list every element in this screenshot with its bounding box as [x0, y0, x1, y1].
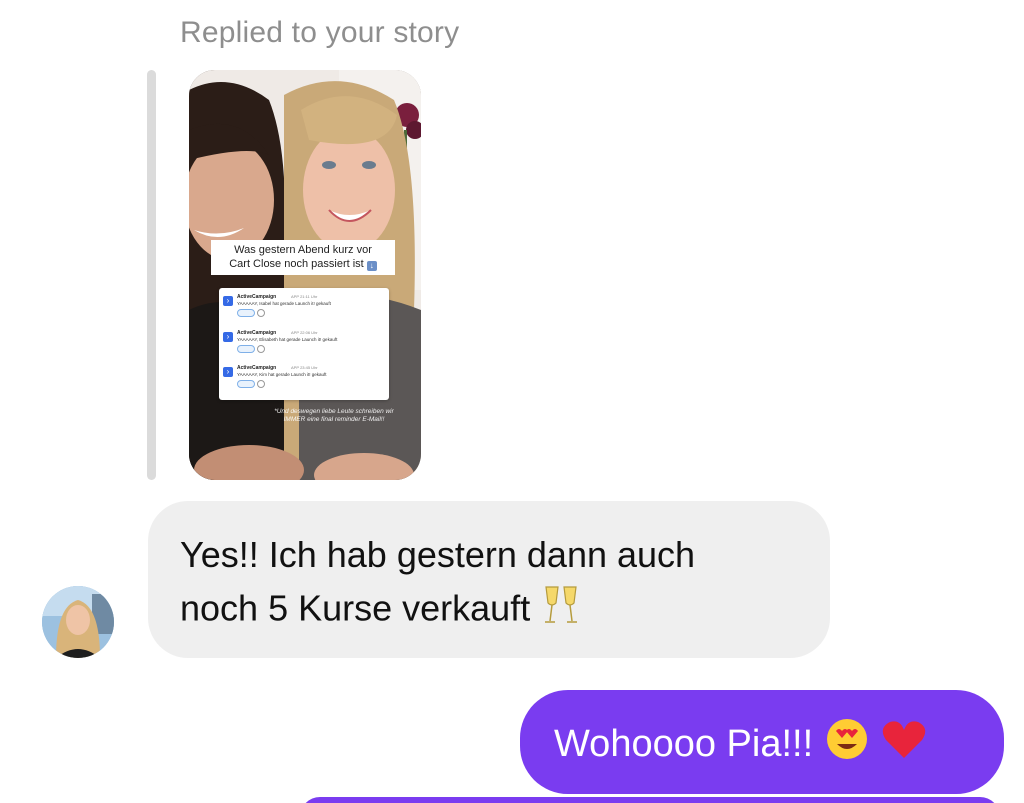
notification-app: ActiveCampaign	[237, 294, 277, 300]
outgoing-message-bubble[interactable]: Wohoooo Pia!!!	[520, 690, 1004, 794]
story-caption: Was gestern Abend kurz vor Cart Close no…	[211, 240, 395, 275]
story-footnote-line2: IMMER eine final reminder E-Mail!!	[283, 416, 385, 423]
notification-item: › ActiveCampaign APP 22:06 Uhr YAAAAAY, …	[223, 330, 385, 360]
incoming-message-line1: Yes!! Ich hab gestern dann auch	[180, 534, 696, 575]
red-heart-icon	[880, 716, 928, 776]
notification-card: › ActiveCampaign APP 21:11 Uhr YAAAAAY, …	[219, 288, 389, 400]
notification-app: ActiveCampaign	[237, 330, 277, 336]
story-caption-line2: Cart Close noch passiert ist	[229, 258, 364, 270]
add-reaction-icon	[257, 345, 265, 353]
story-footnote: *Und deswegen liebe Leute schreiben wir …	[259, 408, 409, 424]
avatar-photo	[42, 586, 114, 658]
story-footnote-line1: *Und deswegen liebe Leute schreiben wir	[274, 408, 394, 415]
notification-text: YAAAAAY, Elisabeth hat gerade Launch it!…	[237, 337, 338, 342]
reaction-icon	[237, 345, 255, 353]
outgoing-message-bubble-next[interactable]	[300, 797, 1000, 803]
avatar[interactable]	[42, 586, 114, 658]
reply-quote-bar	[147, 70, 156, 480]
story-caption-line1: Was gestern Abend kurz vor	[234, 244, 372, 256]
activecampaign-icon: ›	[223, 296, 233, 306]
notification-time: APP 23:45 Uhr	[291, 365, 318, 370]
incoming-message-line2: noch 5 Kurse verkauft	[180, 587, 531, 629]
chat-thread: Replied to your story Was gestern Abend …	[0, 0, 1024, 803]
add-reaction-icon	[257, 380, 265, 388]
reaction-icon	[237, 309, 255, 317]
notification-time: APP 22:06 Uhr	[291, 330, 318, 335]
notification-item: › ActiveCampaign APP 21:11 Uhr YAAAAAY, …	[223, 294, 385, 324]
activecampaign-icon: ›	[223, 367, 233, 377]
story-preview[interactable]: Was gestern Abend kurz vor Cart Close no…	[189, 70, 421, 480]
incoming-message-bubble[interactable]: Yes!! Ich hab gestern dann auch noch 5 K…	[148, 501, 830, 658]
activecampaign-icon: ›	[223, 332, 233, 342]
outgoing-message-text: Wohoooo Pia!!!	[554, 723, 814, 766]
notification-text: YAAAAAY, Isabel hat gerade Launch it! ge…	[237, 301, 331, 306]
heart-eyes-face-icon	[824, 716, 870, 776]
story-reply-label: Replied to your story	[180, 16, 460, 49]
champagne-glasses-icon	[540, 581, 582, 641]
reaction-icon	[237, 380, 255, 388]
notification-app: ActiveCampaign	[237, 365, 277, 371]
notification-text: YAAAAAY, Kim hat gerade Launch it! gekau…	[237, 372, 327, 377]
add-reaction-icon	[257, 309, 265, 317]
notification-item: › ActiveCampaign APP 23:45 Uhr YAAAAAY, …	[223, 365, 385, 395]
down-arrow-icon: ↓	[366, 261, 377, 271]
notification-time: APP 21:11 Uhr	[291, 294, 318, 299]
